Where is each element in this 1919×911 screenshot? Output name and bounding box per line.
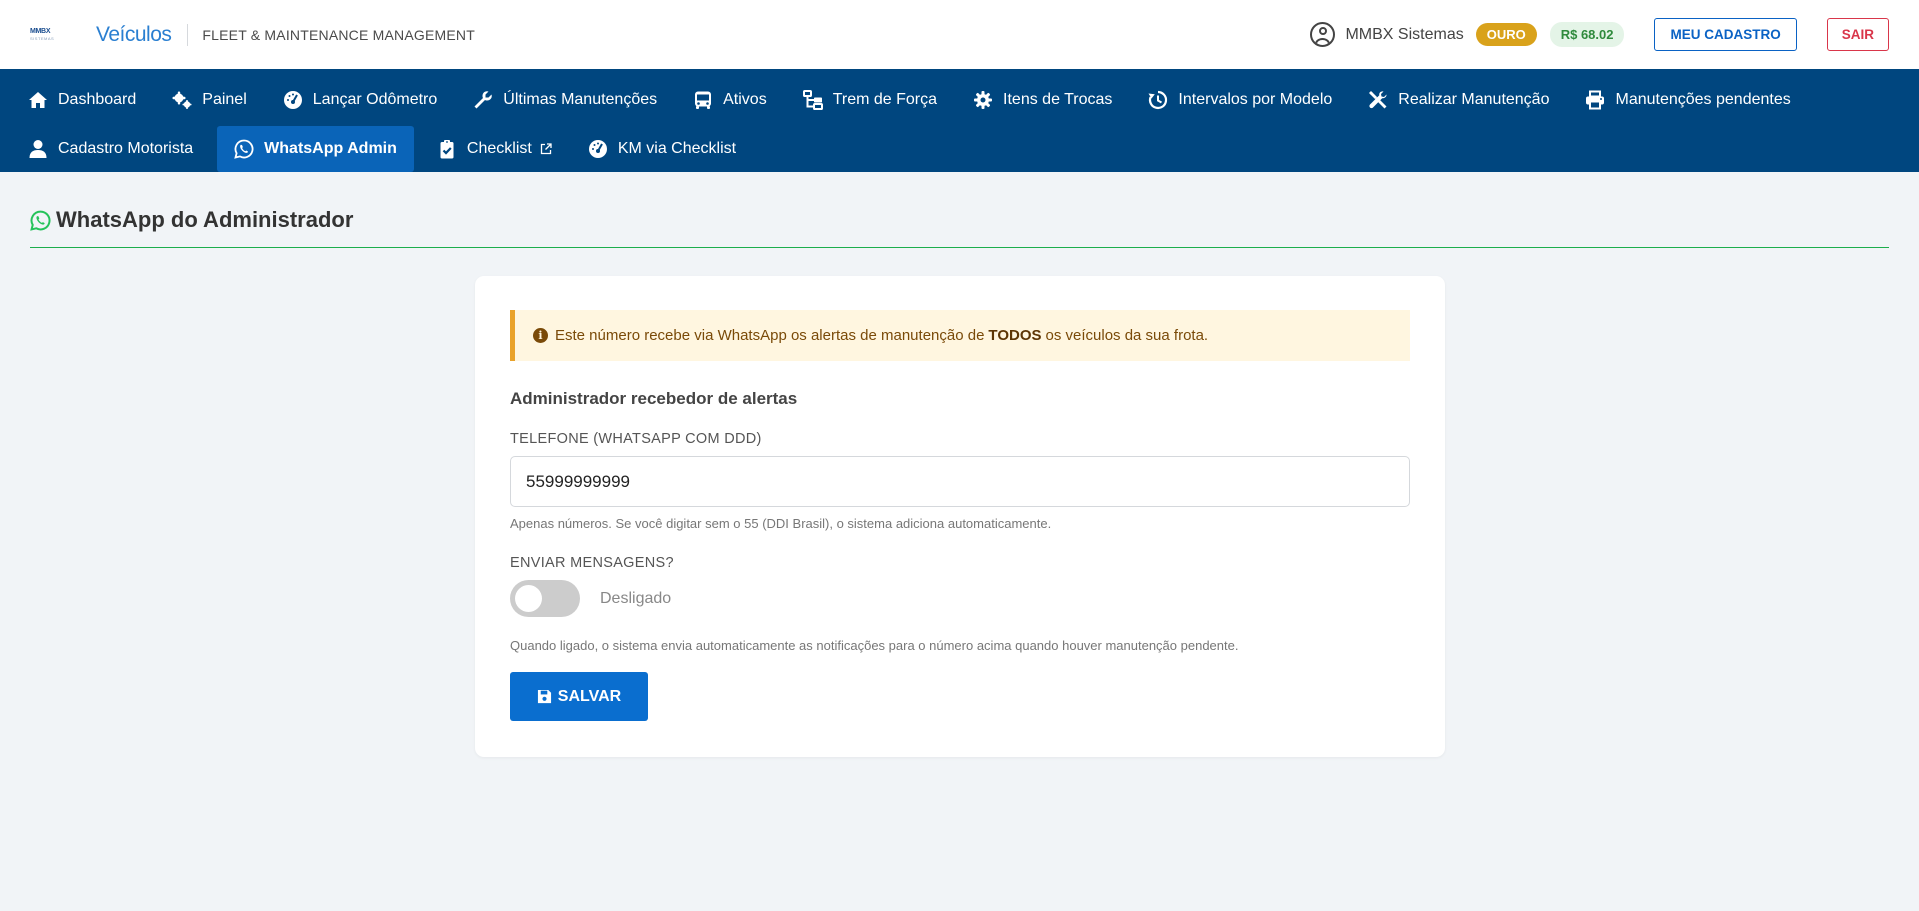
nav-item-cadastro-motorista[interactable]: Cadastro Motorista bbox=[22, 126, 199, 172]
logo-subtext: SISTEMAS bbox=[30, 36, 55, 41]
external-link-icon bbox=[540, 143, 552, 155]
user-name: MMBX Sistemas bbox=[1345, 25, 1464, 43]
alert-text-suffix: os veículos da sua frota. bbox=[1045, 327, 1209, 344]
nav-row-2: Cadastro Motorista WhatsApp Admin Checkl… bbox=[22, 126, 1897, 172]
toggle-state-label: Desligado bbox=[600, 589, 672, 607]
nav-item-label: Checklist bbox=[466, 140, 532, 157]
nav-item-itens-de-trocas[interactable]: Itens de Trocas bbox=[967, 77, 1118, 123]
nav-item-label: Lançar Odômetro bbox=[312, 91, 438, 108]
clipboard-check-icon bbox=[437, 139, 457, 159]
balance-badge: R$ 68.02 bbox=[1549, 22, 1625, 47]
user-icon bbox=[28, 139, 48, 159]
app-subtitle: FLEET & MAINTENANCE MANAGEMENT bbox=[202, 26, 475, 43]
nav-item-label: Itens de Trocas bbox=[1003, 91, 1113, 108]
nav-item-manutencoes-pendentes[interactable]: Manutenções pendentes bbox=[1579, 77, 1796, 123]
main-nav: Dashboard Painel Lançar Odômetro Últimas… bbox=[0, 69, 1919, 172]
nav-item-label: Trem de Força bbox=[832, 91, 938, 108]
history-icon bbox=[1148, 90, 1168, 110]
app-name: Veículos bbox=[96, 22, 172, 46]
section-title: Administrador recebedor de alertas bbox=[510, 389, 798, 408]
whatsapp-icon bbox=[30, 210, 51, 231]
save-button[interactable]: SALVAR bbox=[510, 672, 648, 721]
print-icon bbox=[1585, 90, 1605, 110]
tools-icon bbox=[1368, 90, 1388, 110]
nav-item-checklist[interactable]: Checklist bbox=[431, 126, 558, 172]
tachometer-icon bbox=[588, 139, 608, 159]
nav-item-dashboard[interactable]: Dashboard bbox=[22, 77, 142, 123]
phone-label: TELEFONE (WHATSAPP COM DDD) bbox=[510, 431, 762, 447]
gears-icon bbox=[172, 90, 192, 110]
nav-item-whatsapp-admin[interactable]: WhatsApp Admin bbox=[217, 126, 414, 172]
page-title: WhatsApp do Administrador bbox=[56, 207, 354, 232]
nav-item-label: Manutenções pendentes bbox=[1615, 91, 1791, 108]
send-toggle-row: Desligado bbox=[510, 580, 1410, 617]
bus-icon bbox=[693, 90, 713, 110]
logout-button[interactable]: SAIR bbox=[1826, 18, 1889, 51]
info-icon: i bbox=[533, 328, 548, 343]
profile-button[interactable]: MEU CADASTRO bbox=[1654, 18, 1797, 51]
whatsapp-icon bbox=[234, 139, 254, 159]
logo-mark: MMBX SISTEMAS bbox=[30, 28, 62, 42]
toggle-knob bbox=[515, 585, 542, 612]
header-divider bbox=[187, 23, 189, 46]
phone-input[interactable] bbox=[510, 456, 1410, 507]
nav-item-label: Dashboard bbox=[58, 91, 137, 108]
plan-badge: OURO bbox=[1475, 23, 1537, 46]
nav-item-painel[interactable]: Painel bbox=[166, 77, 252, 123]
nav-item-trem-de-forca[interactable]: Trem de Força bbox=[797, 77, 943, 123]
page-title-bar: WhatsApp do Administrador bbox=[30, 207, 1889, 248]
phone-help-text: Apenas números. Se você digitar sem o 55… bbox=[510, 516, 1052, 531]
nav-item-intervalos-por-modelo[interactable]: Intervalos por Modelo bbox=[1142, 77, 1338, 123]
whatsapp-settings-card: i Este número recebe via WhatsApp os ale… bbox=[475, 276, 1445, 757]
cog-icon bbox=[973, 90, 993, 110]
alert-text-bold: TODOS bbox=[988, 327, 1042, 344]
nav-item-label: Intervalos por Modelo bbox=[1178, 91, 1333, 108]
nav-item-km-via-checklist[interactable]: KM via Checklist bbox=[582, 126, 742, 172]
sitemap-icon bbox=[802, 90, 823, 110]
info-alert: i Este número recebe via WhatsApp os ale… bbox=[510, 310, 1410, 361]
nav-item-ativos[interactable]: Ativos bbox=[687, 77, 773, 123]
nav-item-label: Ativos bbox=[723, 91, 767, 108]
send-messages-toggle[interactable] bbox=[510, 580, 580, 617]
nav-item-label: Últimas Manutenções bbox=[503, 91, 658, 108]
nav-item-label: WhatsApp Admin bbox=[264, 140, 397, 157]
nav-item-label: Painel bbox=[202, 91, 247, 108]
logo-text: MMBX bbox=[30, 28, 51, 35]
wrench-icon bbox=[473, 90, 493, 110]
header-user-area: MMBX Sistemas OURO R$ 68.02 MEU CADASTRO… bbox=[1310, 0, 1889, 69]
home-icon bbox=[28, 90, 48, 110]
nav-row-1: Dashboard Painel Lançar Odômetro Últimas… bbox=[22, 77, 1897, 123]
tachometer-icon bbox=[283, 90, 303, 110]
send-help-text: Quando ligado, o sistema envia automatic… bbox=[510, 638, 1239, 653]
send-messages-label: ENVIAR MENSAGENS? bbox=[510, 555, 674, 571]
company-logo[interactable]: MMBX SISTEMAS bbox=[30, 28, 62, 42]
nav-item-label: KM via Checklist bbox=[617, 140, 737, 157]
app-header: MMBX SISTEMAS Veículos FLEET & MAINTENAN… bbox=[0, 0, 1919, 69]
nav-item-label: Realizar Manutenção bbox=[1398, 91, 1550, 108]
alert-text-prefix: Este número recebe via WhatsApp os alert… bbox=[555, 327, 985, 344]
user-circle-icon bbox=[1310, 22, 1336, 47]
nav-item-ultimas-manutencoes[interactable]: Últimas Manutenções bbox=[467, 77, 663, 123]
save-button-label: SALVAR bbox=[557, 687, 622, 705]
nav-item-realizar-manutencao[interactable]: Realizar Manutenção bbox=[1362, 77, 1555, 123]
nav-item-lancar-odometro[interactable]: Lançar Odômetro bbox=[277, 77, 444, 123]
nav-item-label: Cadastro Motorista bbox=[58, 140, 194, 157]
floppy-disk-icon bbox=[537, 689, 551, 704]
